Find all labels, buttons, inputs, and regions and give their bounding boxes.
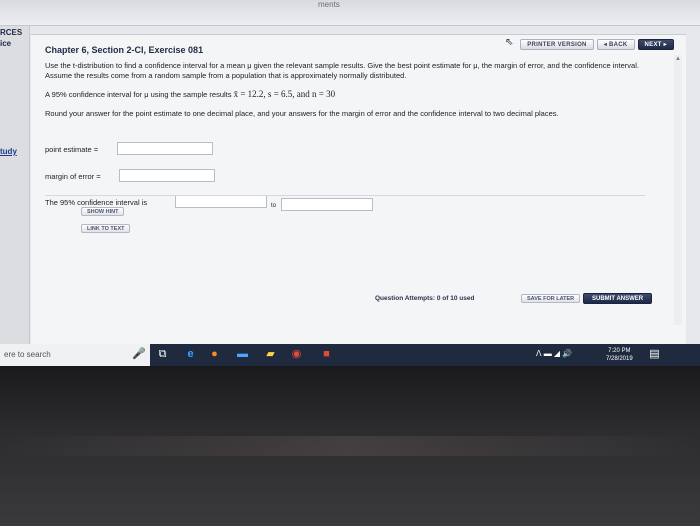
printer-version-button[interactable]: PRINTER VERSION: [520, 39, 594, 50]
browser-top-strip: ments: [0, 0, 700, 26]
bezel-reflection: [0, 436, 700, 456]
link-to-text-button[interactable]: LINK TO TEXT: [81, 224, 131, 233]
edge-browser-icon[interactable]: e: [184, 348, 197, 361]
file-explorer-icon[interactable]: ▰: [264, 348, 277, 361]
submit-answer-button[interactable]: SUBMIT ANSWER: [583, 293, 653, 304]
given-values: x̄ = 12.2, s = 6.5, and n = 30: [233, 89, 336, 99]
pdf-app-icon[interactable]: ■: [320, 348, 333, 361]
sidebar-link-study[interactable]: tudy: [0, 147, 17, 156]
sidebar-item-practice[interactable]: ice: [0, 39, 11, 48]
point-estimate-label: point estimate =: [45, 145, 99, 154]
taskbar-clock[interactable]: 7:20 PM 7/28/2019: [606, 347, 633, 363]
exercise-instructions: Use the t-distribution to find a confide…: [45, 61, 639, 80]
browser-top-text: ments: [318, 0, 340, 9]
task-view-icon[interactable]: ⧉: [156, 348, 169, 361]
monitor-bezel: [0, 366, 700, 526]
search-placeholder: ere to search: [4, 350, 51, 359]
sidebar: RCES ice tudy: [0, 26, 30, 344]
chrome-icon[interactable]: ◉: [290, 348, 303, 361]
taskbar-search-box[interactable]: ere to search: [0, 344, 150, 366]
notifications-icon[interactable]: ▤: [648, 348, 661, 361]
firefox-icon[interactable]: ●: [208, 348, 221, 361]
sidebar-item-resources[interactable]: RCES: [0, 28, 22, 37]
microphone-icon[interactable]: 🎤: [132, 348, 146, 361]
nav-buttons: PRINTER VERSION ◂ BACK NEXT ▸: [520, 39, 674, 50]
point-estimate-input[interactable]: [117, 142, 213, 155]
back-button[interactable]: ◂ BACK: [596, 39, 635, 50]
save-for-later-button[interactable]: SAVE FOR LATER: [521, 294, 581, 303]
system-tray[interactable]: ᐱ ▬ ◢ 🔊: [536, 349, 572, 358]
hint-area: SHOW HINT LINK TO TEXT: [45, 195, 645, 265]
exercise-panel: ⇖ PRINTER VERSION ◂ BACK NEXT ▸ Chapter …: [31, 34, 686, 344]
margin-error-label: margin of error =: [45, 172, 101, 181]
question-attempts: Question Attempts: 0 of 10 used: [375, 295, 475, 302]
clock-time: 7:20 PM: [608, 348, 631, 354]
mail-icon[interactable]: ▬: [236, 348, 249, 361]
screen: ments RCES ice tudy ⇖ PRINTER VERSION ◂ …: [0, 0, 700, 372]
clock-date: 7/28/2019: [606, 356, 633, 362]
exercise-title: Chapter 6, Section 2-CI, Exercise 081: [45, 45, 204, 55]
taskbar: ere to search 🎤 ⧉ e ● ▬ ▰ ◉ ■ ᐱ ▬ ◢ 🔊 7:…: [0, 344, 700, 366]
mouse-cursor-icon: ⇖: [505, 37, 514, 48]
next-button[interactable]: NEXT ▸: [637, 39, 674, 50]
scroll-up-icon[interactable]: ▲: [674, 55, 682, 63]
given-sample-results: A 95% confidence interval for μ using th…: [45, 89, 335, 100]
given-prefix: A 95% confidence interval for μ using th…: [45, 90, 232, 99]
scrollbar[interactable]: ▲: [674, 55, 682, 325]
show-hint-button[interactable]: SHOW HINT: [81, 207, 125, 216]
rounding-note: Round your answer for the point estimate…: [45, 109, 559, 118]
margin-error-input[interactable]: [119, 169, 215, 182]
